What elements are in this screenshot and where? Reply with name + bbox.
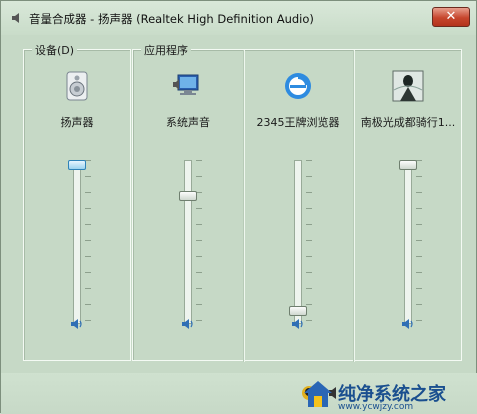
slider-ticks <box>416 160 422 324</box>
app-channel-name: 系统声音 <box>166 116 210 129</box>
app-volume-slider[interactable] <box>294 160 302 324</box>
app-volume-thumb[interactable] <box>289 306 307 317</box>
window-title: 音量合成器 - 扬声器 (Realtek High Definition Aud… <box>29 12 314 26</box>
house-logo-icon <box>304 381 332 407</box>
slider-ticks <box>196 160 202 324</box>
speaker-device-icon[interactable] <box>61 70 93 102</box>
app-channel-system-sounds: 系统声音 <box>133 50 243 362</box>
title-bar[interactable]: 音量合成器 - 扬声器 (Realtek High Definition Aud… <box>1 1 476 35</box>
app-volume-slider[interactable] <box>404 160 412 324</box>
speaker-title-icon <box>12 13 19 23</box>
volume-mixer-window: 音量合成器 - 扬声器 (Realtek High Definition Aud… <box>0 0 477 414</box>
app-volume-slider[interactable] <box>184 160 192 324</box>
app-channel-name: 南极光成都骑行1... <box>360 116 456 129</box>
app-volume-thumb[interactable] <box>399 160 417 170</box>
device-channel-name: 扬声器 <box>60 116 94 129</box>
system-sounds-icon[interactable] <box>172 70 204 102</box>
close-button[interactable]: ✕ <box>432 7 470 27</box>
app-thumbnail-icon[interactable] <box>392 70 424 102</box>
site-watermark: 纯净系统之家 www.ycwjzy.com <box>302 379 472 412</box>
mute-speaker-icon[interactable] <box>290 316 306 332</box>
device-channel-speaker: 扬声器 <box>24 50 130 362</box>
browser-e-icon[interactable] <box>282 70 314 102</box>
app-channel-thumbnail: 南极光成都骑行1... <box>353 50 463 362</box>
applications-group: 应用程序 系统声音 2345王牌浏览器 南极光成都骑行1... <box>132 42 463 362</box>
slider-ticks <box>85 160 91 324</box>
mixer-client-area: 设备(D) 扬声器 应用程序 系统声音 2345王牌浏览器 南极光成都骑行1..… <box>19 41 462 371</box>
mute-speaker-icon[interactable] <box>180 316 196 332</box>
slider-ticks <box>306 160 312 324</box>
app-channel-browser: 2345王牌浏览器 <box>243 50 353 362</box>
device-volume-thumb[interactable] <box>68 160 86 170</box>
mute-speaker-icon[interactable] <box>400 316 416 332</box>
device-volume-slider[interactable] <box>73 160 81 324</box>
app-channel-name: 2345王牌浏览器 <box>256 116 340 129</box>
watermark-url: www.ycwjzy.com <box>338 402 414 412</box>
window-footer: 纯净系统之家 www.ycwjzy.com <box>1 373 477 414</box>
app-volume-thumb[interactable] <box>179 190 197 201</box>
device-group: 设备(D) 扬声器 <box>23 42 131 362</box>
mute-speaker-icon[interactable] <box>69 316 85 332</box>
